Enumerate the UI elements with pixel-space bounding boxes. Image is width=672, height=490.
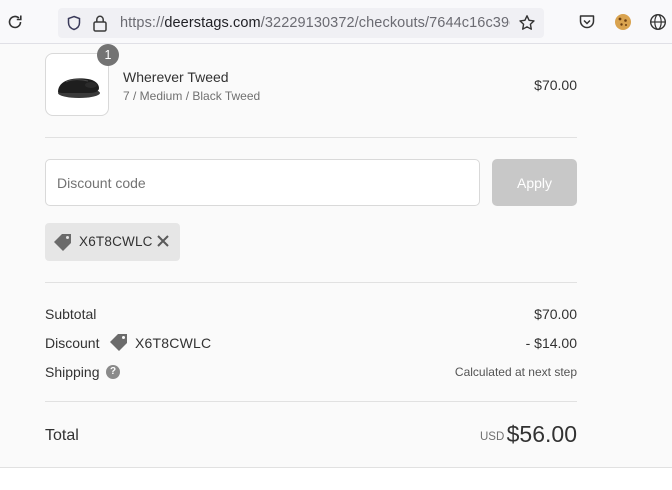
divider xyxy=(45,282,577,283)
cookie-extension-icon[interactable] xyxy=(613,12,633,32)
total-amount: $56.00 xyxy=(506,421,577,447)
divider xyxy=(45,401,577,402)
total-label: Total xyxy=(45,427,79,444)
discount-value: - $14.00 xyxy=(525,335,577,351)
slipper-image xyxy=(58,78,100,98)
pocket-icon[interactable] xyxy=(578,13,596,31)
product-name: Wherever Tweed xyxy=(123,69,229,85)
applied-discount-code: X6T8CWLC xyxy=(79,234,153,249)
divider xyxy=(45,137,577,138)
bookmark-star-icon[interactable] xyxy=(518,14,536,32)
discount-code-input[interactable] xyxy=(45,159,480,206)
url-scheme: https:// xyxy=(120,15,165,31)
tracking-protection-shield-icon[interactable] xyxy=(66,15,82,31)
order-summary: 1 Wherever Tweed 7 / Medium / Black Twee… xyxy=(0,44,672,468)
url-text[interactable]: https://deerstags.com/32229130372/checko… xyxy=(120,15,510,31)
discount-tag-icon xyxy=(110,334,127,351)
subtotal-value: $70.00 xyxy=(534,306,577,322)
lock-icon[interactable] xyxy=(92,14,108,32)
shipping-label: Shipping xyxy=(45,364,100,380)
shipping-help-icon[interactable]: ? xyxy=(106,365,120,379)
url-host: deerstags.com xyxy=(164,15,261,31)
browser-toolbar: https://deerstags.com/32229130372/checko… xyxy=(0,0,672,44)
applied-discount-tag: X6T8CWLC xyxy=(45,223,180,261)
product-price: $70.00 xyxy=(534,77,577,93)
line-item: 1 Wherever Tweed 7 / Medium / Black Twee… xyxy=(45,44,577,117)
subtotal-label: Subtotal xyxy=(45,306,97,322)
quantity-badge: 1 xyxy=(97,44,119,66)
url-path: /32229130372/checkouts/7644c16c39dec xyxy=(260,15,510,31)
total-currency: USD xyxy=(480,431,505,443)
remove-discount-icon[interactable] xyxy=(156,234,170,248)
address-bar[interactable]: https://deerstags.com/32229130372/checko… xyxy=(58,8,544,38)
product-variant: 7 / Medium / Black Tweed xyxy=(123,89,261,103)
product-thumbnail: 1 xyxy=(45,44,119,116)
reload-icon[interactable] xyxy=(6,13,24,31)
discount-label: Discount xyxy=(45,335,100,351)
apply-button[interactable]: Apply xyxy=(492,159,577,206)
extension-globe-icon[interactable] xyxy=(649,13,667,31)
discount-tag-icon xyxy=(54,234,71,251)
page-footer-area xyxy=(0,469,672,490)
summary-discount-code: X6T8CWLC xyxy=(135,335,212,351)
shipping-value: Calculated at next step xyxy=(454,365,577,379)
